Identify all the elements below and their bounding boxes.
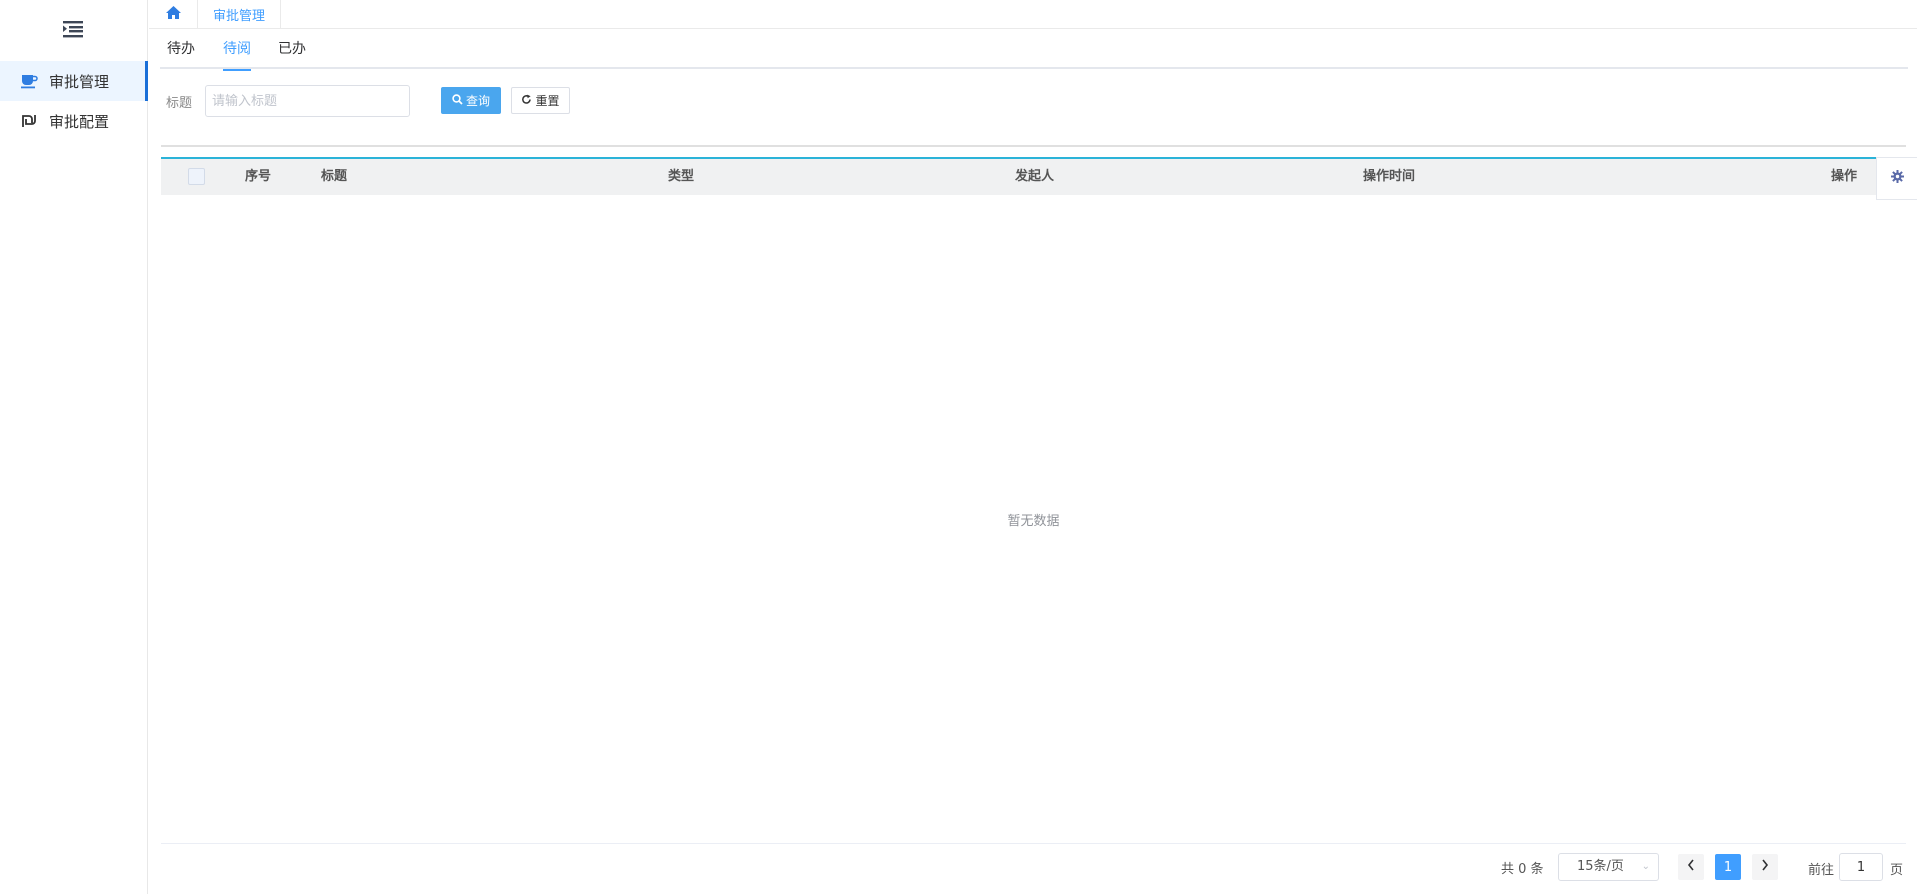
chevron-left-icon — [1687, 859, 1695, 875]
prev-page-button[interactable] — [1678, 854, 1704, 880]
home-icon — [165, 5, 182, 24]
column-header-index: 序号 — [245, 169, 272, 184]
tab-to-read[interactable]: 待阅 — [223, 29, 251, 71]
column-header-title: 标题 — [321, 169, 348, 184]
goto-suffix: 页 — [1890, 863, 1904, 878]
sidebar: 审批管理 审批配置 — [0, 0, 148, 894]
query-button-label: 查询 — [465, 94, 490, 108]
sidebar-item-approval-config[interactable]: 审批配置 — [0, 101, 148, 141]
tab-todo[interactable]: 待办 — [167, 29, 195, 69]
sidebar-item-label: 审批管理 — [49, 72, 110, 91]
section-divider — [161, 145, 1906, 147]
column-settings-button[interactable] — [1876, 157, 1917, 200]
chevron-down-icon: ⌄ — [1641, 861, 1650, 872]
home-tab[interactable] — [149, 0, 198, 29]
title-search-input[interactable] — [205, 85, 410, 117]
pagination-divider — [161, 843, 1906, 844]
table-header: 序号 标题 类型 发起人 操作时间 操作 — [161, 159, 1906, 195]
empty-state-text: 暂无数据 — [1007, 514, 1060, 529]
column-header-operation-time: 操作时间 — [1363, 169, 1416, 184]
page-size-select[interactable]: 15条/页 ⌄ — [1558, 853, 1659, 881]
page-size-value: 15条/页 — [1577, 859, 1624, 874]
total-count: 共 0 条 — [1501, 862, 1544, 877]
select-all-checkbox[interactable] — [188, 168, 205, 185]
reset-button-label: 重置 — [535, 94, 560, 108]
shekel-icon — [20, 112, 38, 130]
column-header-initiator: 发起人 — [1015, 169, 1055, 184]
tab-done[interactable]: 已办 — [278, 29, 306, 69]
next-page-button[interactable] — [1752, 854, 1778, 880]
column-header-type: 类型 — [668, 169, 695, 184]
sidebar-item-label: 审批配置 — [49, 112, 110, 131]
menu-collapse-icon[interactable] — [61, 20, 85, 38]
query-button[interactable]: 查询 — [441, 87, 501, 114]
column-header-actions: 操作 — [1831, 169, 1858, 184]
cup-icon — [20, 72, 38, 90]
main-content: 审批管理 待办 待阅 已办 标题 查询 重置 序号 标题 类 — [149, 0, 1917, 894]
tab-bar: 审批管理 — [149, 0, 1917, 29]
reset-button[interactable]: 重置 — [511, 87, 570, 114]
goto-label: 前往 — [1808, 863, 1835, 878]
page-number-current[interactable]: 1 — [1715, 854, 1741, 880]
search-icon — [452, 93, 463, 108]
goto-page-input[interactable] — [1839, 853, 1883, 881]
title-filter-label: 标题 — [166, 96, 193, 111]
sidebar-item-approval-management[interactable]: 审批管理 — [0, 61, 148, 101]
refresh-icon — [521, 94, 532, 108]
gear-icon — [1890, 170, 1904, 187]
chevron-right-icon — [1761, 859, 1769, 875]
approval-table: 序号 标题 类型 发起人 操作时间 操作 暂无数据 — [161, 157, 1906, 844]
page-tab-approval-management[interactable]: 审批管理 — [198, 0, 282, 29]
status-tabs: 待办 待阅 已办 — [160, 29, 1908, 71]
